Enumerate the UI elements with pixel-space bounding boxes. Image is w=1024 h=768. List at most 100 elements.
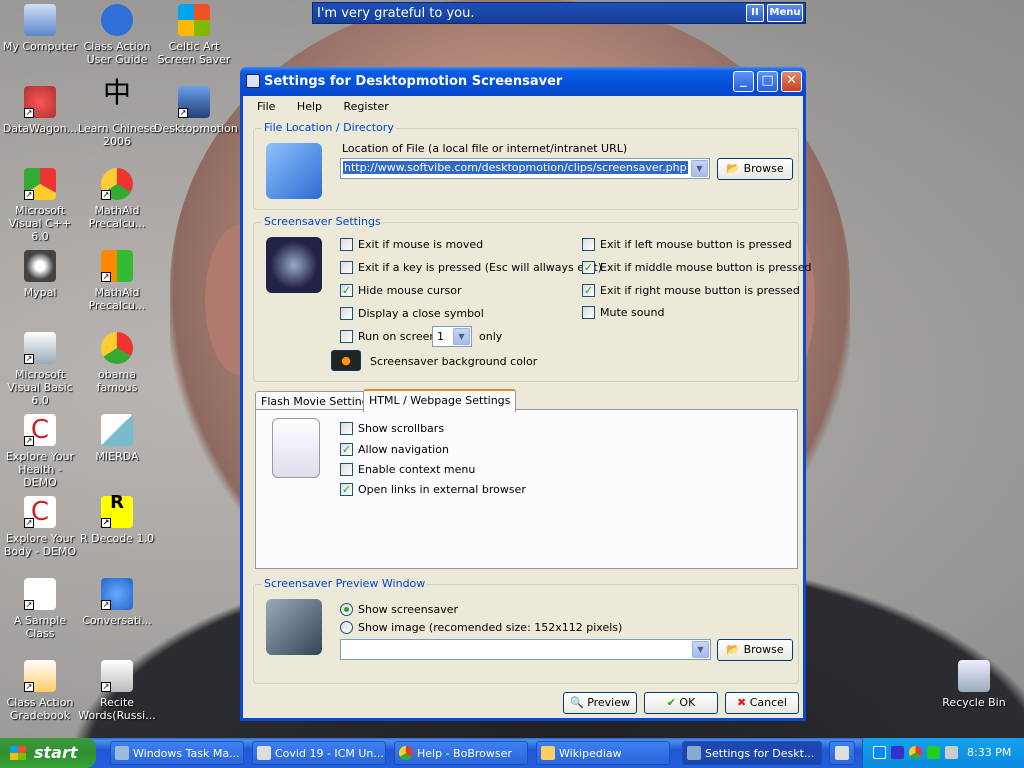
visual-basic-icon: ↗ [24,332,56,364]
start-button[interactable]: start [0,738,96,768]
message-bar: I'm very grateful to you. II Menu [312,2,806,24]
allow-navigation-checkbox[interactable]: ✓ Allow navigation [340,443,449,456]
datawagon-icon: ↗ [24,86,56,118]
keyboard-button[interactable] [829,741,855,765]
desktop-icon-sample-class[interactable]: ↗ A Sample Class [0,578,80,640]
camcorder-icon [266,599,322,655]
folder-icon [541,746,555,760]
image-path-combo[interactable]: ▼ [340,639,711,660]
run-on-screen-checkbox[interactable]: Run on screen [340,330,436,343]
screensaver-settings-group: Screensaver Settings Exit if mouse is mo… [253,215,812,382]
desktop-icon-obama-famous[interactable]: obama famous [77,332,157,394]
mathaid-icon: ↗ [101,250,133,282]
palette-icon: ● [341,354,351,367]
help-icon [101,4,133,36]
keyboard-icon [835,746,849,760]
file-location-label: Location of File (a local file or intern… [342,142,628,155]
show-scrollbars-checkbox[interactable]: Show scrollbars [340,422,444,435]
folder-icon: 📂 [726,643,741,656]
exit-mouse-moved-checkbox[interactable]: Exit if mouse is moved [340,238,483,251]
explore-c-icon: C ↗ [24,414,56,446]
desktop-icon-celtic-art[interactable]: Celtic Art Screen Saver [154,4,234,66]
exit-right-button-checkbox[interactable]: ✓ Exit if right mouse button is pressed [582,284,800,297]
raccoon-icon [257,746,271,760]
network-tray-icon[interactable] [927,746,940,759]
desktop-icon-visual-cpp[interactable]: ↗ Microsoft Visual C++ 6.0 [0,168,80,243]
desktop-icon-desktopmotion[interactable]: ↗ Desktopmotion [154,86,238,135]
context-menu-checkbox[interactable]: Enable context menu [340,463,475,476]
sample-class-icon: ↗ [24,578,56,610]
chrome-tray-icon[interactable] [909,746,922,759]
close-button[interactable]: ✕ [781,71,802,92]
desktop-icon-mierda[interactable]: MIERDA [77,414,157,463]
browse-image-button[interactable]: 📂 Browse [717,639,793,661]
exit-key-pressed-checkbox[interactable]: Exit if a key is pressed (Esc will allwa… [340,261,602,274]
r-decode-icon: R ↗ [101,494,133,528]
system-tray: 8:33 PM [862,738,1024,768]
bg-color-button[interactable]: ● [331,350,361,371]
desktop-icon-explore-body[interactable]: C ↗ Explore Your Body - DEMO [0,496,80,558]
mute-sound-checkbox[interactable]: Mute sound [582,306,664,319]
user-tray-icon[interactable] [891,746,904,759]
task-bobrowser[interactable]: Help - BoBrowser [394,741,528,765]
desktop-icon-my-computer[interactable]: My Computer [0,4,80,53]
exit-middle-button-checkbox[interactable]: ✓ Exit if middle mouse button is pressed [582,261,812,274]
desktop-icon-datawagon[interactable]: ↗ DataWagon... [0,86,80,135]
tab-html-webpage[interactable]: HTML / Webpage Settings [363,389,517,412]
menu-button[interactable]: Menu [767,4,803,22]
show-screensaver-radio[interactable]: Show screensaver [340,603,458,616]
pause-button[interactable]: II [746,4,764,22]
desktop-icon-learn-chinese[interactable]: 中 Learn Chinese 2006 [77,79,157,149]
preview-button[interactable]: 🔍 Preview [563,692,637,714]
desktop-icon-recite-words[interactable]: ↗ Recite Words(Russi... [77,660,157,722]
menu-register[interactable]: Register [344,100,389,113]
chrome-icon: ↗ [101,168,133,200]
ok-button[interactable]: ✔ OK [644,692,718,714]
taskbar: start Windows Task Ma... Covid 19 - ICM … [0,738,1024,768]
explore-c-icon: C ↗ [24,496,56,528]
desktop-icon-visual-basic[interactable]: ↗ Microsoft Visual Basic 6.0 [0,332,80,407]
pause-tray-icon[interactable] [873,746,886,759]
file-location-group-label: File Location / Directory [262,121,396,134]
speaker-icon[interactable] [945,746,958,759]
desktop-icon-mathaid-1[interactable]: ↗ MathAid Precalcu... [77,168,157,230]
tab-flash-movie[interactable]: Flash Movie Settings [255,391,381,411]
task-covid[interactable]: Covid 19 - ICM Un... [252,741,386,765]
gradebook-icon: ↗ [24,660,56,692]
desktop-icon-gradebook[interactable]: ↗ Class Action Gradebook [0,660,80,722]
desktop-icon-mathaid-2[interactable]: ↗ MathAid Precalcu... [77,250,157,312]
magnifier-icon: 🔍 [569,696,584,709]
file-location-group: File Location / Directory Location of Fi… [253,121,799,210]
task-task-manager[interactable]: Windows Task Ma... [110,741,244,765]
exit-left-button-checkbox[interactable]: Exit if left mouse button is pressed [582,238,792,251]
desktop-icon-explore-health[interactable]: C ↗ Explore Your Health - DEMO [0,414,80,489]
menu-file[interactable]: File [257,100,275,113]
cancel-button[interactable]: ✖ Cancel [725,692,799,714]
task-wikipedia[interactable]: Wikipediaw [536,741,670,765]
maximize-button[interactable]: □ [757,71,778,92]
desktop-icon-conversation[interactable]: ↗ Conversati... [77,578,157,627]
minimize-button[interactable]: _ [733,71,754,92]
desktop-icon-mypal[interactable]: Mypal [0,250,80,299]
hide-cursor-checkbox[interactable]: ✓ Hide mouse cursor [340,284,462,297]
desktop-icon-r-decode[interactable]: R ↗ R Decode 1.0 [77,494,157,546]
chevron-down-icon[interactable]: ▼ [692,641,709,658]
chevron-down-icon[interactable]: ▼ [453,328,470,345]
folder-icon: 📂 [726,162,741,175]
url-combo[interactable]: http://www.softvibe.com/desktopmotion/cl… [340,158,710,179]
menu-help[interactable]: Help [297,100,322,113]
show-image-radio[interactable]: Show image (recomended size: 152x112 pix… [340,621,622,634]
external-browser-checkbox[interactable]: ✓ Open links in external browser [340,483,526,496]
moon-monitor-icon [266,237,322,293]
conversation-icon: ↗ [101,578,133,610]
task-settings[interactable]: Settings for Deskt... [682,741,822,765]
screen-number-select[interactable]: 1 ▼ [432,326,472,347]
desktop-icon-class-action-guide[interactable]: Class Action User Guide [77,4,157,66]
title-bar[interactable]: Settings for Desktopmotion Screensaver _… [240,67,806,96]
browse-file-button[interactable]: 📂 Browse [717,158,793,180]
url-value: http://www.softvibe.com/desktopmotion/cl… [343,161,688,174]
checkmark-icon: ✔ [666,696,676,709]
chevron-down-icon[interactable]: ▼ [691,160,708,177]
close-symbol-checkbox[interactable]: Display a close symbol [340,307,484,320]
desktop-icon-recycle-bin[interactable]: Recycle Bin [934,660,1014,709]
